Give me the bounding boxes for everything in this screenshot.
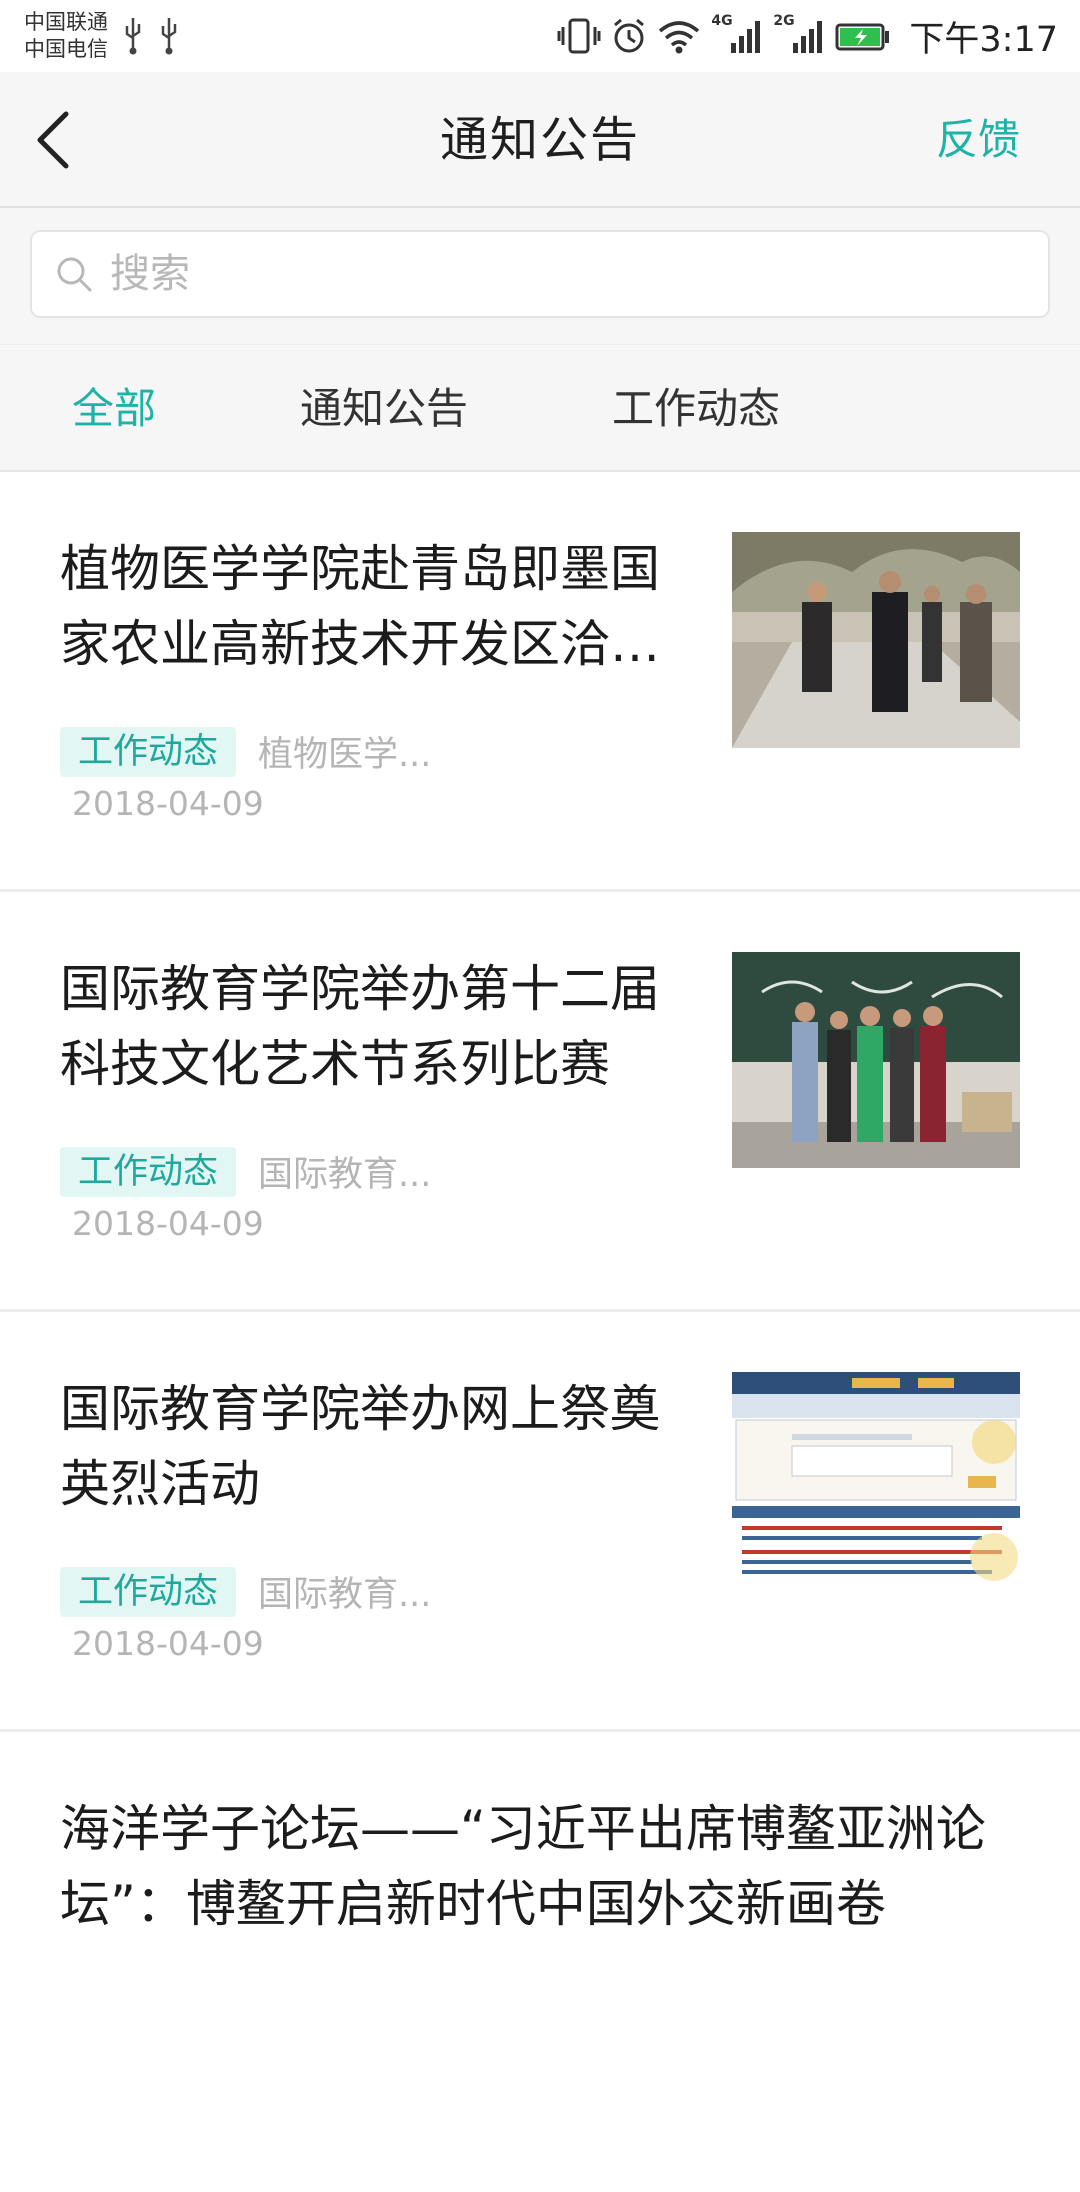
news-thumbnail (732, 532, 1020, 748)
carrier-stack: 中国联通 中国电信 (24, 9, 108, 63)
carrier-info: 中国联通 中国电信 (24, 9, 180, 63)
status-icons: 4G 2G 下午3:17 (557, 11, 1058, 62)
category-tag: 工作动态 (60, 1566, 237, 1617)
news-meta: 工作动态 国际教育... (60, 1566, 431, 1617)
search-icon (57, 257, 92, 292)
news-source: 国际教育... (258, 1575, 432, 1615)
list-item[interactable]: 国际教育学院举办第十二届科技文化艺术节系列比赛 工作动态 国际教育... 201… (0, 892, 1080, 1312)
list-item[interactable]: 国际教育学院举办网上祭奠英烈活动 工作动态 国际教育... 2018-04-09 (0, 1312, 1080, 1732)
battery-charging-icon (835, 17, 891, 55)
search-input[interactable] (108, 250, 988, 298)
tab-all[interactable]: 全部 (72, 345, 156, 473)
search-area (0, 208, 1080, 344)
news-thumbnail (732, 1372, 1020, 1588)
list-item[interactable]: 植物医学学院赴青岛即墨国家农业高新技术开发区洽谈… 工作动态 植物医学... 2… (0, 472, 1080, 892)
network-type-2: 2G (773, 13, 795, 29)
category-tag: 工作动态 (60, 726, 237, 777)
status-bar: 中国联通 中国电信 4G 2G 下午3:17 (0, 0, 1080, 72)
carrier-label-2: 中国电信 (24, 37, 108, 61)
news-meta: 工作动态 植物医学... (60, 726, 431, 777)
app-header: 通知公告 反馈 (0, 72, 1080, 208)
category-tabs: 全部 通知公告 工作动态 (0, 344, 1080, 472)
carrier-label-1: 中国联通 (24, 10, 108, 34)
usb-icon (158, 16, 180, 56)
news-thumbnail (732, 952, 1020, 1168)
signal-4g-icon: 4G (711, 13, 763, 55)
news-date: 2018-04-09 (72, 1204, 264, 1243)
news-title: 植物医学学院赴青岛即墨国家农业高新技术开发区洽谈… (60, 540, 660, 673)
tab-notices[interactable]: 通知公告 (300, 345, 468, 473)
wifi-icon (657, 17, 701, 55)
news-meta: 工作动态 国际教育... (60, 1146, 431, 1197)
signal-2g-icon: 2G (773, 13, 825, 55)
news-date: 2018-04-09 (72, 784, 264, 823)
photo-students-classroom-icon (732, 952, 1020, 1168)
feedback-button[interactable]: 反馈 (936, 72, 1020, 208)
news-title: 国际教育学院举办网上祭奠英烈活动 (60, 1380, 660, 1513)
webpage-screenshot-icon (732, 1372, 1020, 1588)
news-date: 2018-04-09 (72, 1624, 264, 1663)
search-box[interactable] (30, 230, 1050, 318)
page-title: 通知公告 (439, 112, 640, 168)
news-source: 国际教育... (258, 1155, 432, 1195)
photo-officials-walking-icon (732, 532, 1020, 748)
news-title: 国际教育学院举办第十二届科技文化艺术节系列比赛 (60, 960, 660, 1093)
network-type-1: 4G (711, 13, 733, 29)
news-source: 植物医学... (258, 735, 432, 775)
news-list: 植物医学学院赴青岛即墨国家农业高新技术开发区洽谈… 工作动态 植物医学... 2… (0, 472, 1080, 2192)
alarm-icon (611, 17, 647, 55)
list-item[interactable]: 海洋学子论坛——“习近平出席博鳌亚洲论坛”：博鳌开启新时代中国外交新画卷 (0, 1732, 1080, 2192)
usb-icon (122, 16, 144, 56)
category-tag: 工作动态 (60, 1146, 237, 1197)
status-clock: 下午3:17 (909, 19, 1058, 60)
vibrate-icon (557, 17, 601, 55)
tab-work-news[interactable]: 工作动态 (612, 345, 780, 473)
